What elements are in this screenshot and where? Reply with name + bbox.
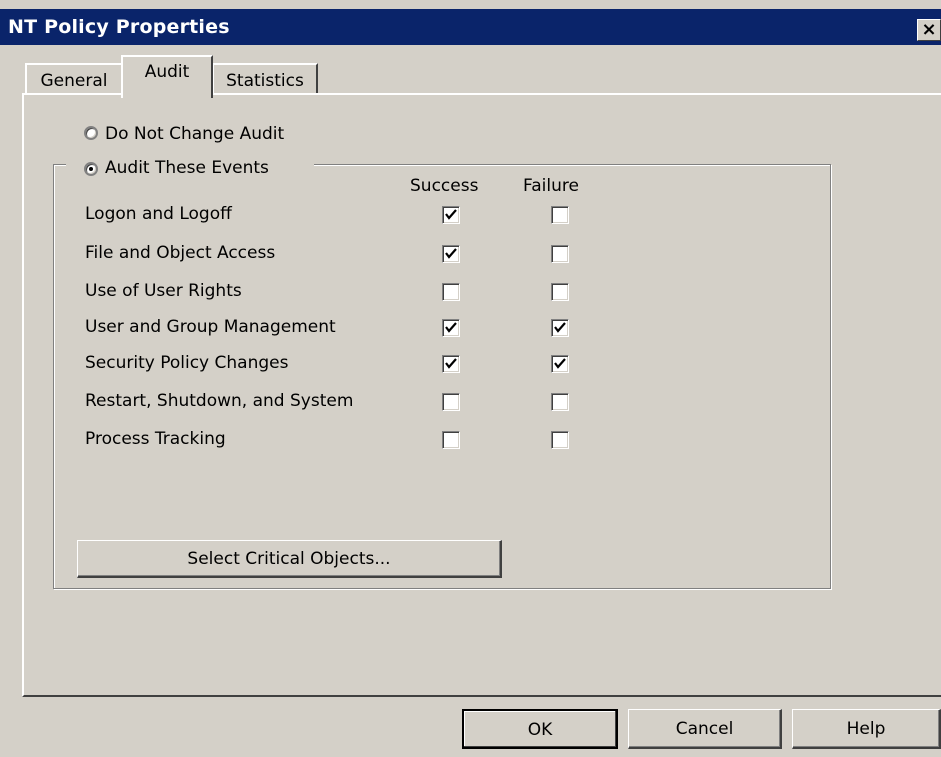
event-label: Security Policy Changes [85,353,289,373]
event-label: File and Object Access [85,243,276,263]
window-title: NT Policy Properties [8,16,230,38]
checkbox-failure[interactable] [551,283,569,301]
checkbox-success[interactable] [442,355,460,373]
checkbox-failure[interactable] [551,393,569,411]
event-label: Process Tracking [85,429,226,449]
title-bar[interactable]: NT Policy Properties × [0,9,941,45]
checkbox-failure[interactable] [551,245,569,263]
checkbox-success[interactable] [442,283,460,301]
checkbox-success[interactable] [442,431,460,449]
radio-do-not-change-audit[interactable] [84,126,98,140]
help-button[interactable]: Help [792,709,941,749]
check-icon [554,358,566,369]
tab-statistics[interactable]: Statistics [212,63,318,94]
event-label: User and Group Management [85,317,336,337]
audit-events-group [53,164,831,589]
checkbox-success[interactable] [442,319,460,337]
radio-label-audit-these-events[interactable]: Audit These Events [105,158,269,178]
event-label: Logon and Logoff [85,204,232,224]
column-header-success: Success [410,176,479,196]
ok-button[interactable]: OK [462,709,618,749]
radio-audit-these-events[interactable] [84,162,98,176]
close-icon[interactable]: × [917,19,941,41]
column-header-failure: Failure [523,176,579,196]
select-critical-objects-button[interactable]: Select Critical Objects... [77,540,502,578]
check-icon [445,209,457,220]
check-icon [554,322,566,333]
tab-general[interactable]: General [25,63,123,94]
checkbox-failure[interactable] [551,355,569,373]
tab-audit[interactable]: Audit [121,55,213,98]
checkbox-success[interactable] [442,206,460,224]
check-icon [445,248,457,259]
checkbox-failure[interactable] [551,431,569,449]
checkbox-success[interactable] [442,393,460,411]
checkbox-failure[interactable] [551,206,569,224]
checkbox-failure[interactable] [551,319,569,337]
check-icon [445,322,457,333]
radio-label-do-not-change-audit[interactable]: Do Not Change Audit [105,124,284,144]
checkbox-success[interactable] [442,245,460,263]
check-icon [445,358,457,369]
event-label: Use of User Rights [85,281,242,301]
event-label: Restart, Shutdown, and System [85,391,354,411]
cancel-button[interactable]: Cancel [628,709,782,749]
